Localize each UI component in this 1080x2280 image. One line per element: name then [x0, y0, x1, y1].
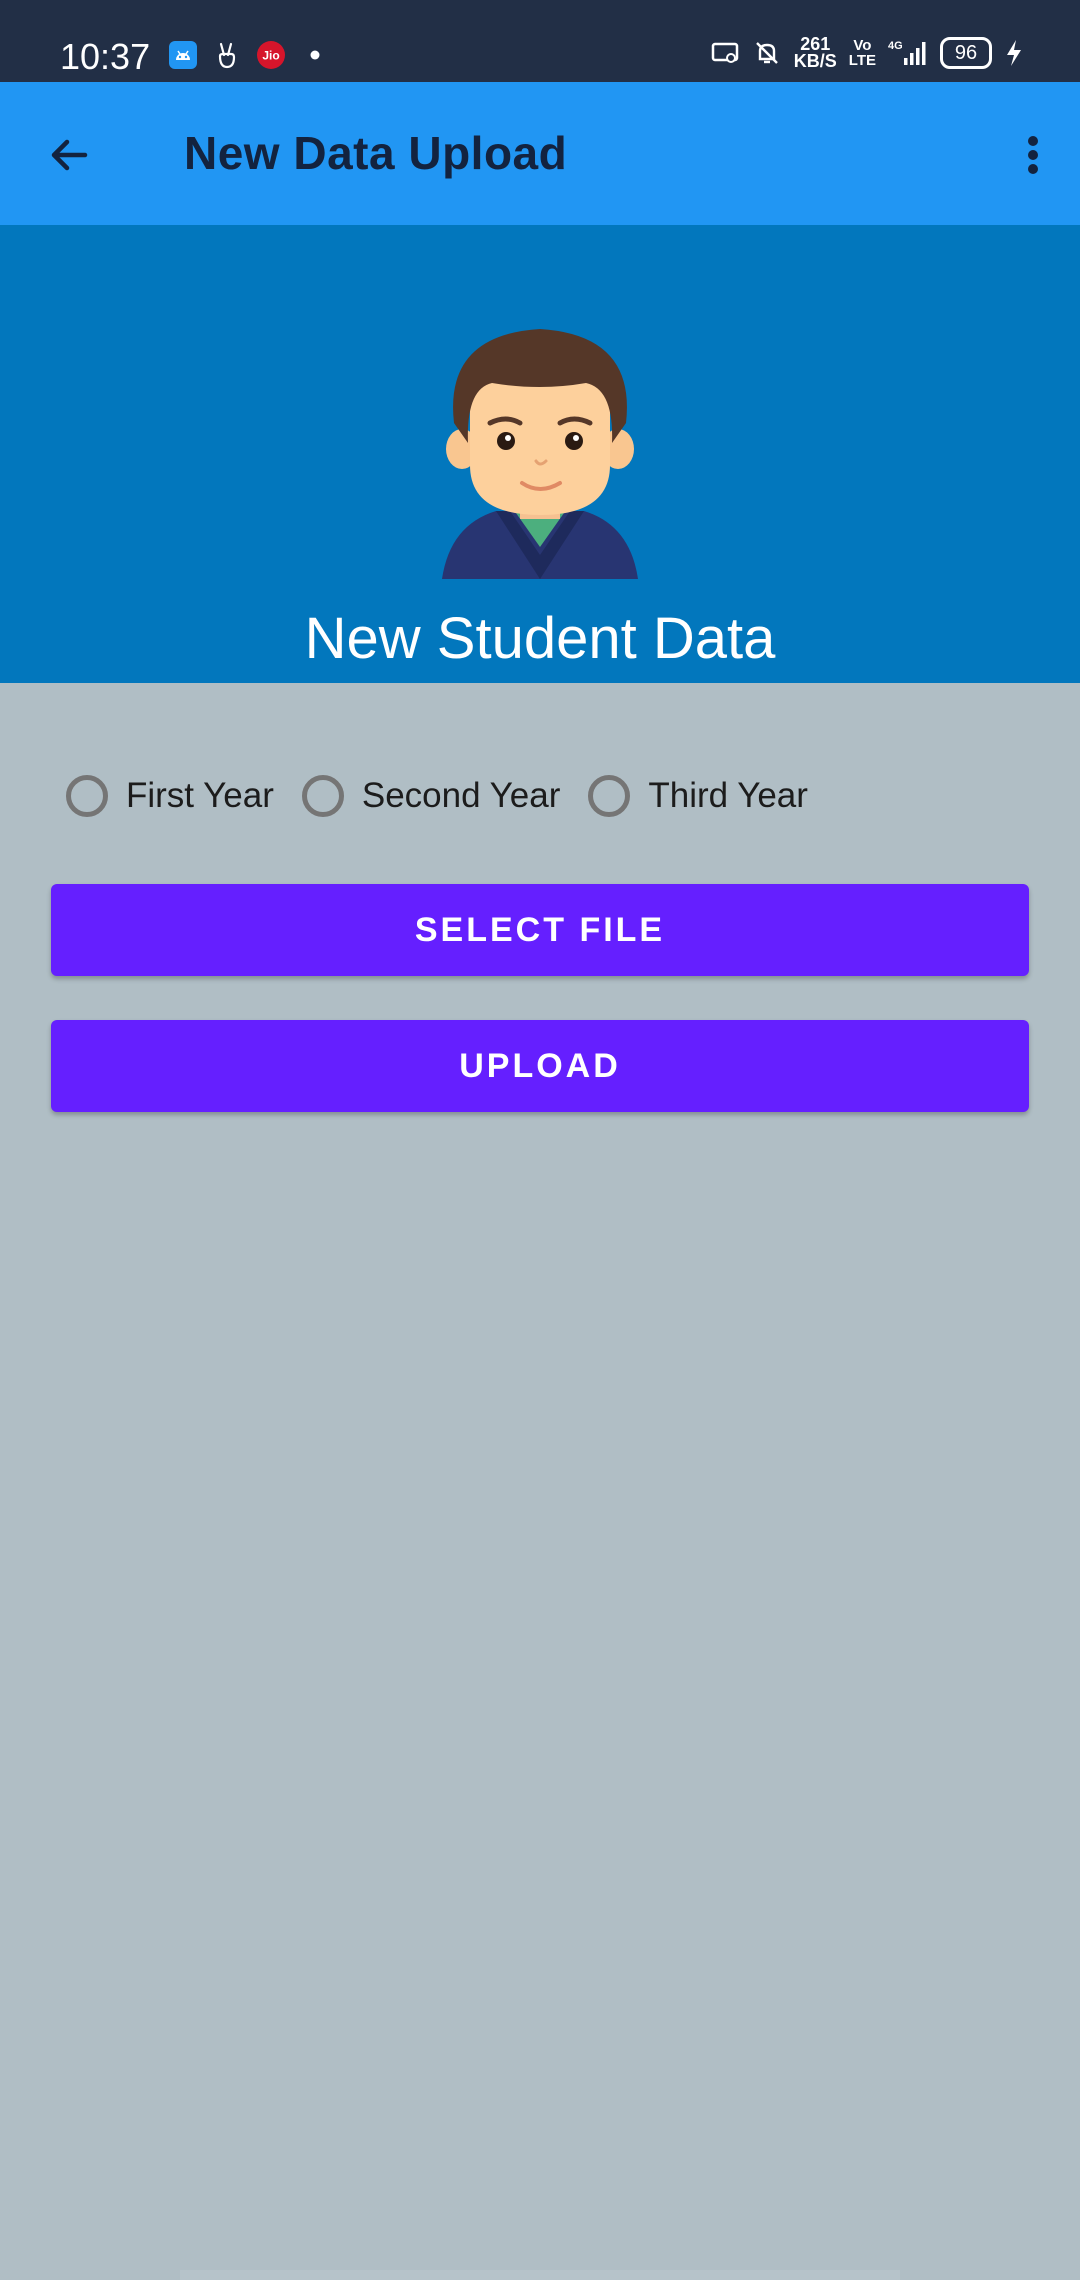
jio-icon: Jio: [256, 40, 286, 70]
overflow-menu-button[interactable]: [1000, 122, 1066, 188]
gesture-bar: [180, 2270, 900, 2280]
arrow-back-icon: [51, 139, 88, 171]
net-speed: 261 KB/S: [793, 35, 837, 71]
battery-icon: 96: [940, 37, 992, 69]
android-icon: [168, 40, 198, 70]
net-speed-unit: KB/S: [793, 51, 837, 71]
app-bar: New Data Upload: [0, 82, 1080, 225]
page-title: New Data Upload: [184, 127, 568, 179]
radio-first-year[interactable]: First Year: [66, 775, 274, 817]
radio-label: Second Year: [361, 776, 561, 815]
volte-bottom: LTE: [848, 52, 876, 69]
volte-top: Vo: [853, 37, 872, 54]
cast-icon: [710, 38, 740, 68]
radio-second-year[interactable]: Second Year: [301, 775, 561, 817]
back-button[interactable]: [36, 122, 102, 188]
more-vert-icon: [1028, 136, 1038, 174]
status-bar: 10:37 Jio 261 KB/S Vo LTE 4G 96: [0, 0, 1080, 82]
status-time: 10:37: [60, 36, 151, 77]
charging-icon: [1004, 38, 1024, 68]
bell-off-icon: [752, 38, 782, 68]
radio-label: Third Year: [648, 776, 808, 815]
peace-hand-icon: [212, 40, 242, 70]
signal-icon: 4G: [888, 38, 928, 68]
notification-icons: Jio: [168, 40, 330, 70]
header-title: New Student Data: [304, 606, 776, 671]
radio-button[interactable]: [588, 775, 631, 817]
dot-icon: [300, 40, 330, 70]
upload-button[interactable]: UPLOAD: [51, 1020, 1029, 1112]
volte-icon: Vo LTE: [849, 38, 876, 68]
radio-label: First Year: [126, 776, 274, 815]
select-file-button[interactable]: SELECT FILE: [51, 884, 1029, 976]
header-panel: New Student Data: [0, 225, 1080, 683]
radio-third-year[interactable]: Third Year: [588, 775, 808, 817]
student-avatar: [442, 329, 638, 579]
jio-label: Jio: [262, 49, 279, 63]
year-radio-group: First Year Second Year Third Year: [66, 770, 836, 822]
radio-button[interactable]: [66, 775, 108, 817]
radio-button[interactable]: [301, 775, 344, 817]
network-label: 4G: [888, 40, 903, 52]
system-icons: 261 KB/S Vo LTE 4G 96: [710, 35, 1024, 71]
